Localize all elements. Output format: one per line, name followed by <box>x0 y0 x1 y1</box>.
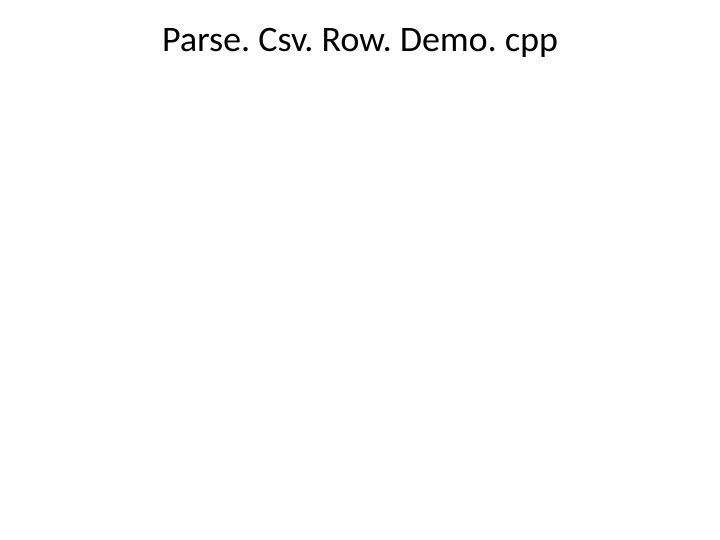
slide-title: Parse. Csv. Row. Demo. cpp <box>0 18 720 61</box>
slide: Parse. Csv. Row. Demo. cpp <box>0 0 720 540</box>
